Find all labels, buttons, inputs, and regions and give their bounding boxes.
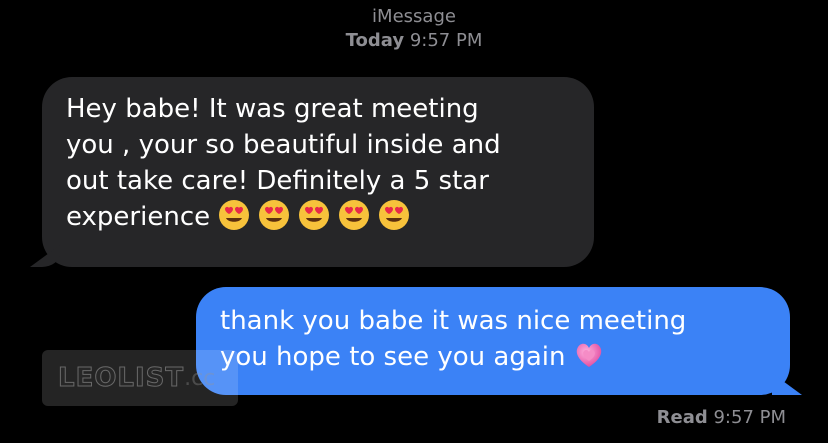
heart-eyes-emoji-icon [219,200,250,230]
watermark-suffix: .cc [184,365,216,391]
heart-eyes-emoji-icon [299,200,330,230]
read-receipt: Read 9:57 PM [657,407,786,429]
heart-eyes-emoji-icon [379,200,410,230]
heart-eyes-emoji-icon [339,200,370,230]
thread-header: iMessage Today 9:57 PM [0,6,828,52]
message-timestamp: Today 9:57 PM [0,30,828,52]
read-status: Read [656,407,708,428]
watermark-text: LEOLIST [57,363,185,394]
heart-eyes-emoji-icon [259,200,290,230]
outgoing-message-text: thank you babe it was nice meeting you h… [220,306,687,372]
message-thread: iMessage Today 9:57 PM Hey babe! It was … [0,0,828,443]
incoming-message-bubble[interactable]: Hey babe! It was great meeting you , you… [20,77,594,267]
service-label: iMessage [372,6,456,27]
outgoing-message-bubble[interactable]: thank you babe it was nice meeting you h… [196,287,812,395]
leolist-watermark: LEOLIST .cc [42,350,238,406]
timestamp-time: 9:57 PM [409,30,483,51]
timestamp-day: Today [345,30,405,51]
read-time: 9:57 PM [713,407,786,428]
emoji-group [218,199,410,231]
growing-heart-emoji-icon [577,343,602,367]
